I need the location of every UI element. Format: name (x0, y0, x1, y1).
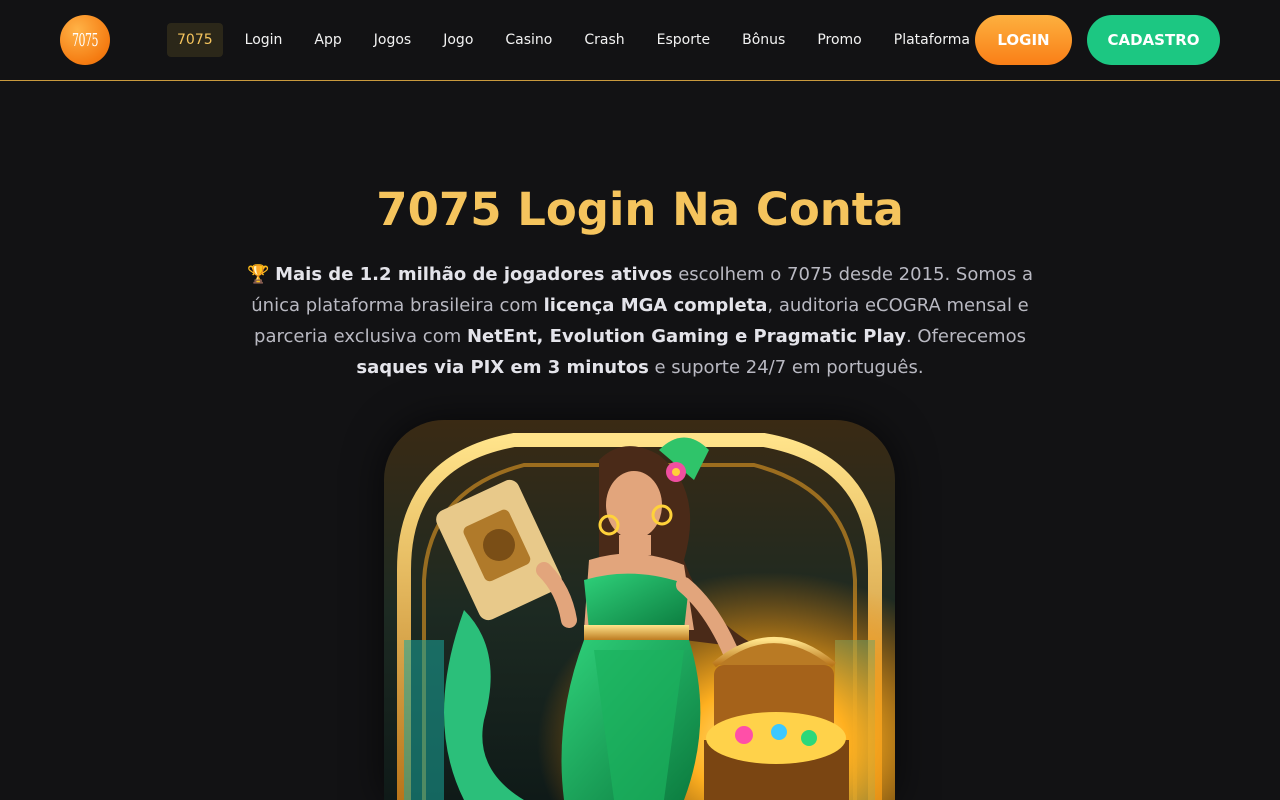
intro-partners-bold: NetEnt, Evolution Gaming e Pragmatic Pla… (466, 326, 906, 347)
nav-item-esporte[interactable]: Esporte (647, 23, 720, 57)
logo[interactable]: 7075 (60, 15, 110, 65)
trophy-icon: 🏆 (246, 264, 270, 285)
login-button[interactable]: LOGIN (975, 15, 1072, 65)
signup-button[interactable]: CADASTRO (1087, 15, 1220, 65)
intro-pix-bold: saques via PIX em 3 minutos (356, 357, 649, 378)
nav-item-jogos[interactable]: Jogos (364, 23, 421, 57)
nav-item-promo[interactable]: Promo (807, 23, 871, 57)
main-nav: 7075 Login App Jogos Jogo Casino Crash E… (167, 23, 992, 57)
site-header: 7075 7075 Login App Jogos Jogo Casino Cr… (0, 0, 1280, 81)
intro-text-3: . Oferecemos (905, 326, 1026, 347)
logo-text: 7075 (72, 29, 99, 51)
nav-item-login[interactable]: Login (235, 23, 293, 57)
nav-item-plataforma[interactable]: Plataforma (884, 23, 980, 57)
nav-item-casino[interactable]: Casino (495, 23, 562, 57)
intro-players-bold: Mais de 1.2 milhão de jogadores ativos (275, 264, 673, 285)
nav-item-crash[interactable]: Crash (574, 23, 634, 57)
intro-text-4: e suporte 24/7 em português. (648, 357, 924, 378)
nav-item-app[interactable]: App (304, 23, 351, 57)
nav-item-bonus[interactable]: Bônus (732, 23, 795, 57)
hero-illustration-svg (384, 420, 895, 800)
intro-paragraph: 🏆 Mais de 1.2 milhão de jogadores ativos… (240, 259, 1040, 383)
page-title: 7075 Login Na Conta (376, 183, 904, 236)
nav-item-7075[interactable]: 7075 (167, 23, 223, 57)
hero-illustration (384, 420, 895, 800)
nav-item-jogo[interactable]: Jogo (433, 23, 483, 57)
intro-license-bold: licença MGA completa (543, 295, 768, 316)
